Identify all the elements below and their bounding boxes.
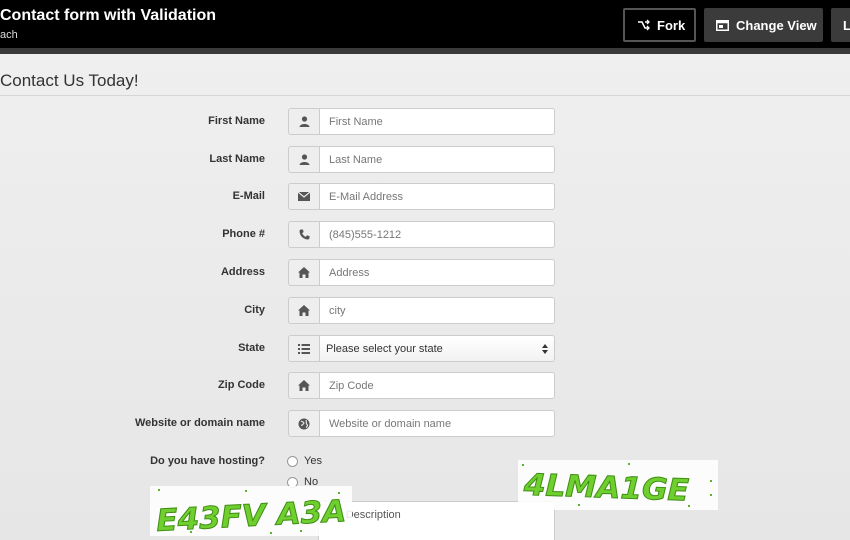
author-name: ach	[0, 29, 18, 41]
city-label: City	[244, 304, 265, 316]
home-icon	[288, 372, 319, 399]
legend-divider	[0, 95, 850, 96]
email-input[interactable]	[319, 183, 555, 210]
hosting-label: Do you have hosting?	[150, 455, 265, 467]
more-label: L	[843, 17, 850, 33]
state-group: Please select your state	[288, 335, 555, 362]
home-icon	[288, 259, 319, 286]
change-view-label: Change View	[736, 17, 817, 33]
captcha-image-right: 4LMA1GE	[518, 460, 718, 510]
email-label: E-Mail	[232, 190, 265, 202]
state-select[interactable]: Please select your state	[319, 335, 555, 362]
state-label: State	[238, 342, 265, 354]
hosting-yes-radio[interactable]	[287, 455, 298, 467]
address-input[interactable]	[319, 259, 555, 286]
website-group	[288, 410, 555, 437]
hosting-yes-label: Yes	[304, 455, 322, 467]
zip-input[interactable]	[319, 372, 555, 399]
fork-label: Fork	[657, 17, 686, 33]
hosting-yes-option[interactable]: Yes	[287, 455, 322, 467]
first-name-input[interactable]	[319, 108, 555, 135]
first-name-group	[288, 108, 555, 135]
last-name-label: Last Name	[209, 153, 265, 165]
last-name-input[interactable]	[319, 146, 555, 173]
zip-label: Zip Code	[217, 379, 265, 391]
city-group	[288, 297, 555, 324]
fork-button[interactable]: Fork	[623, 8, 696, 42]
phone-label: Phone #	[222, 228, 265, 240]
phone-group	[288, 221, 555, 248]
user-icon	[288, 146, 319, 173]
first-name-label: First Name	[208, 115, 265, 127]
globe-icon	[288, 410, 319, 437]
city-input[interactable]	[319, 297, 555, 324]
last-name-group	[288, 146, 555, 173]
address-group	[288, 259, 555, 286]
page-title: Contact form with Validation	[0, 7, 217, 24]
phone-icon	[288, 221, 319, 248]
website-label: Website or domain name	[135, 417, 265, 429]
website-input[interactable]	[319, 410, 555, 437]
home-icon	[288, 297, 319, 324]
state-selected: Please select your state	[326, 342, 443, 355]
address-label: Address	[220, 266, 265, 278]
captcha-text-right: 4LMA1GE	[522, 468, 690, 509]
email-group	[288, 183, 555, 210]
change-view-button[interactable]: Change View	[704, 8, 823, 42]
top-bar: Contact form with Validation ach Fork Ch…	[0, 0, 850, 48]
user-icon	[288, 108, 319, 135]
envelope-icon	[288, 183, 319, 210]
select-arrows-icon	[542, 343, 548, 354]
phone-input[interactable]	[319, 221, 555, 248]
form-legend: Contact Us Today!	[0, 71, 139, 90]
more-button[interactable]: L	[831, 8, 850, 42]
captcha-image-left: E43FV A3A	[150, 486, 352, 536]
window-icon	[716, 19, 729, 31]
list-icon	[288, 335, 319, 362]
fork-icon	[638, 19, 650, 31]
zip-group	[288, 372, 555, 399]
